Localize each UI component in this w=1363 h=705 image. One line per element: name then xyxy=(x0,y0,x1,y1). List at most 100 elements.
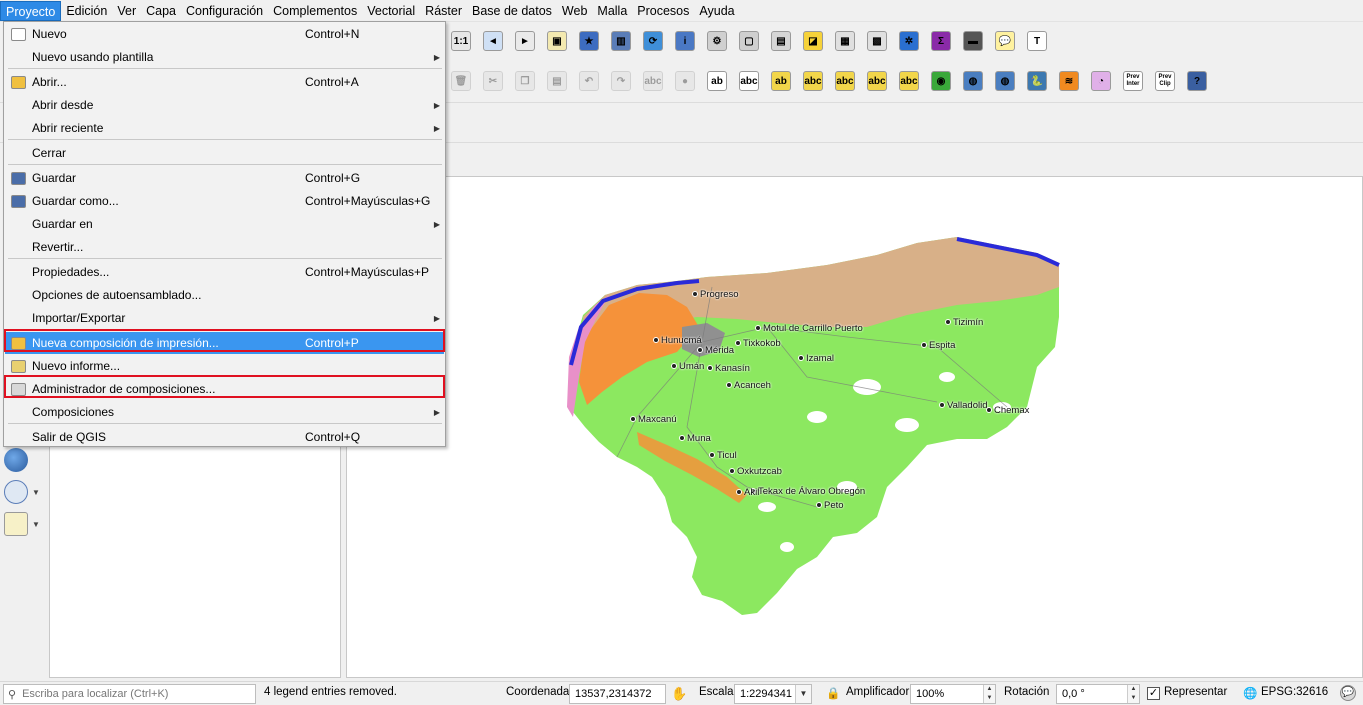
menu-item-cerrar[interactable]: Cerrar xyxy=(5,142,444,164)
menu-item-guardar[interactable]: Guardar Control+G xyxy=(5,167,444,189)
menu-item-salir-de-qgis[interactable]: Salir de QGIS Control+Q xyxy=(5,426,444,448)
georeferencer-button[interactable]: ◔ xyxy=(1088,68,1114,94)
add-wfs-globe-button[interactable]: ◍ xyxy=(960,68,986,94)
lock-icon[interactable]: 🔒 xyxy=(826,686,840,700)
paste-features-button[interactable]: ▤ xyxy=(544,68,570,94)
python-console-button[interactable]: 🐍 xyxy=(1024,68,1050,94)
crs-globe-icon[interactable]: 🌐 xyxy=(1243,686,1257,700)
refresh-button[interactable]: ⟳ xyxy=(640,28,666,54)
menu-4[interactable]: Configuración xyxy=(181,1,268,21)
vertex-add-icon xyxy=(4,512,28,536)
menu-item-revertir[interactable]: Revertir... xyxy=(5,236,444,258)
menu-item-opciones-de-autoensamblado[interactable]: Opciones de autoensamblado... xyxy=(5,284,444,306)
cut-features-button[interactable]: ✂ xyxy=(480,68,506,94)
pin-unpin-labels-button[interactable]: ab xyxy=(768,68,794,94)
show-hide-labels-button[interactable]: abc xyxy=(800,68,826,94)
chevron-down-icon[interactable]: ▼ xyxy=(795,685,811,703)
menu-item-nueva-composici-n-de-impresi-n[interactable]: Nueva composición de impresión... Control… xyxy=(5,332,444,354)
move-label-button[interactable]: abc xyxy=(832,68,858,94)
measure-button[interactable]: ▬ xyxy=(960,28,986,54)
rotate-label-button[interactable]: abc xyxy=(864,68,890,94)
rotate-label-icon: abc xyxy=(867,71,887,91)
layer-labeling-button[interactable]: ab xyxy=(704,68,730,94)
metasearch-globe-button[interactable]: ◍ xyxy=(992,68,1018,94)
select-features-button[interactable]: ▢ xyxy=(736,28,762,54)
menu-10[interactable]: Malla xyxy=(592,1,632,21)
scale-combobox[interactable]: 1:2294341 ▼ xyxy=(734,684,812,704)
new-report-icon xyxy=(10,359,26,373)
add-vector-tools-button[interactable]: ▼ xyxy=(4,478,44,506)
map-tips-button[interactable]: 💬 xyxy=(992,28,1018,54)
delete-selected-button[interactable]: 🗑 xyxy=(448,68,474,94)
zoom-last-button[interactable]: ◄ xyxy=(480,28,506,54)
undo-button[interactable]: ↶ xyxy=(576,68,602,94)
action-button[interactable]: ⚙ xyxy=(704,28,730,54)
new-vector-layer-button[interactable]: ▼ xyxy=(4,510,44,538)
menu-item-propiedades[interactable]: Propiedades... Control+Mayúsculas+P xyxy=(5,261,444,283)
attribute-table-button[interactable]: ▦ xyxy=(832,28,858,54)
menu-11[interactable]: Procesos xyxy=(632,1,694,21)
menu-item-shortcut: Control+N xyxy=(305,27,360,41)
render-checkbox[interactable]: ✓ xyxy=(1147,687,1160,700)
help-button[interactable]: ? xyxy=(1184,68,1210,94)
statistics-button[interactable]: Σ xyxy=(928,28,954,54)
menu-item-shortcut: Control+P xyxy=(305,336,359,350)
show-bookmarks-button[interactable]: ▥ xyxy=(608,28,634,54)
spin-arrows-icon[interactable]: ▲ ▼ xyxy=(1127,685,1139,703)
menu-2[interactable]: Ver xyxy=(112,1,141,21)
layer-styling-button[interactable]: ≋ xyxy=(1056,68,1082,94)
rotation-spinbox[interactable]: 0,0 ° ▲ ▼ xyxy=(1056,684,1140,704)
menu-item-abrir-reciente[interactable]: Abrir reciente ▶ xyxy=(5,117,444,139)
zoom-next-button[interactable]: ► xyxy=(512,28,538,54)
layer-diagram-button[interactable]: abc xyxy=(736,68,762,94)
menu-6[interactable]: Vectorial xyxy=(362,1,420,21)
copy-features-button[interactable]: ❐ xyxy=(512,68,538,94)
menu-3[interactable]: Capa xyxy=(141,1,181,21)
menu-item-label: Composiciones xyxy=(32,405,115,419)
new-print-layout-icon xyxy=(10,336,26,350)
deselect-all-button[interactable]: ◪ xyxy=(800,28,826,54)
menu-item-nuevo-informe[interactable]: Nuevo informe... xyxy=(5,355,444,377)
menu-8[interactable]: Base de datos xyxy=(467,1,557,21)
label-toolbar-button[interactable]: abc xyxy=(640,68,666,94)
deselect-button[interactable]: ▤ xyxy=(768,28,794,54)
coordinate-field[interactable]: 13537,2314372 xyxy=(569,684,666,704)
menu-item-nuevo-usando-plantilla[interactable]: Nuevo usando plantilla ▶ xyxy=(5,46,444,68)
zoom-native-button[interactable]: 1:1 xyxy=(448,28,474,54)
menu-item-guardar-como[interactable]: Guardar como... Control+Mayúsculas+G xyxy=(5,190,444,212)
menu-5[interactable]: Complementos xyxy=(268,1,362,21)
menu-item-composiciones[interactable]: Composiciones ▶ xyxy=(5,401,444,423)
pin-labels-button[interactable]: ● xyxy=(672,68,698,94)
field-calculator-button[interactable]: ▩ xyxy=(864,28,890,54)
menu-9[interactable]: Web xyxy=(557,1,592,21)
magnifier-spinbox[interactable]: 100% ▲ ▼ xyxy=(910,684,996,704)
place-label: Akil xyxy=(736,487,759,498)
new-map-view-button[interactable]: ▣ xyxy=(544,28,570,54)
coordinate-toggle-icon[interactable]: ✋ xyxy=(671,686,687,702)
messages-icon[interactable]: 💬 xyxy=(1340,685,1356,701)
identify-button[interactable]: i xyxy=(672,28,698,54)
menu-item-nuevo[interactable]: Nuevo Control+N xyxy=(5,23,444,45)
menu-12[interactable]: Ayuda xyxy=(694,1,739,21)
wms-globe-button[interactable]: ◉ xyxy=(928,68,954,94)
map-canvas[interactable]: Progreso Motul de Carrillo Puerto Tizimín H… xyxy=(346,176,1363,678)
menu-item-guardar-en[interactable]: Guardar en ▶ xyxy=(5,213,444,235)
processing-toolbox-button[interactable]: ✲ xyxy=(896,28,922,54)
menu-item-administrador-de-composiciones[interactable]: Administrador de composiciones... xyxy=(5,378,444,400)
menu-0[interactable]: Proyecto xyxy=(0,0,62,21)
prev-inter-button[interactable]: Prev Inter xyxy=(1120,68,1146,94)
text-annotation-button[interactable]: T xyxy=(1024,28,1050,54)
locator-search-input[interactable]: ⚲ Escriba para localizar (Ctrl+K) xyxy=(3,684,256,704)
redo-button[interactable]: ↷ xyxy=(608,68,634,94)
add-wms-layer-button[interactable] xyxy=(4,446,44,474)
crs-label[interactable]: EPSG:32616 xyxy=(1261,686,1328,698)
change-label-button[interactable]: abc xyxy=(896,68,922,94)
menu-item-importar-exportar[interactable]: Importar/Exportar ▶ xyxy=(5,307,444,329)
menu-1[interactable]: Edición xyxy=(61,1,112,21)
menu-item-abrir[interactable]: Abrir... Control+A xyxy=(5,71,444,93)
menu-7[interactable]: Ráster xyxy=(420,1,467,21)
spin-arrows-icon[interactable]: ▲ ▼ xyxy=(983,685,995,703)
menu-item-abrir-desde[interactable]: Abrir desde ▶ xyxy=(5,94,444,116)
bookmark-button[interactable]: ★ xyxy=(576,28,602,54)
prev-clip-button[interactable]: Prev Clip xyxy=(1152,68,1178,94)
